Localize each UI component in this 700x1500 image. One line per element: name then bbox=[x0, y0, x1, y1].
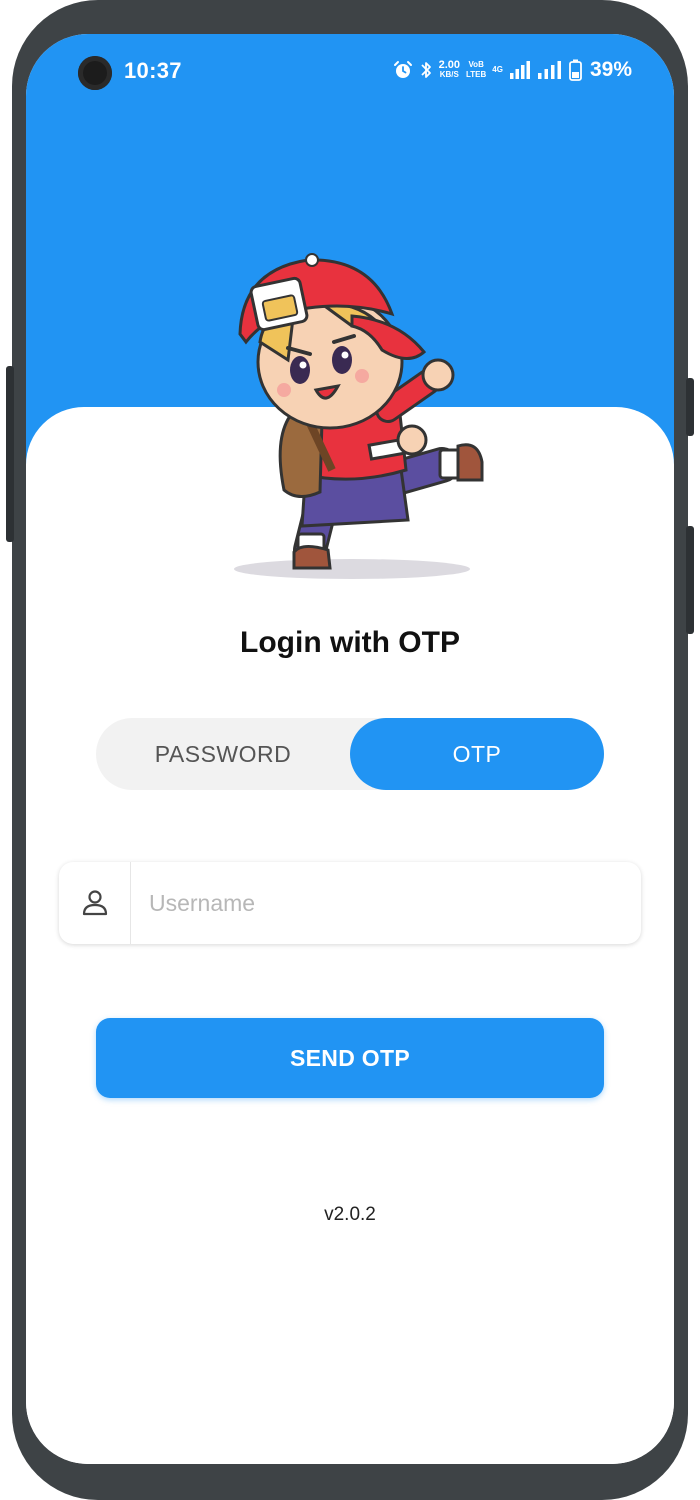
phone-screen: 10:37 2.00 KB/S VoB LTEB 4G 39% Login wi… bbox=[26, 34, 674, 1464]
network-type: 4G bbox=[492, 65, 503, 74]
app-version: v2.0.2 bbox=[324, 1204, 376, 1225]
bluetooth-icon bbox=[420, 62, 431, 78]
battery-percent: 39% bbox=[589, 58, 632, 81]
send-otp-button[interactable]: SEND OTP bbox=[96, 1018, 604, 1098]
net-speed: 2.00 KB/S bbox=[438, 59, 460, 80]
side-button-right-bottom bbox=[686, 526, 694, 634]
tab-otp[interactable]: OTP bbox=[350, 718, 604, 790]
signal-icon-sim1 bbox=[509, 61, 530, 79]
front-camera bbox=[78, 56, 112, 90]
user-icon-box bbox=[59, 862, 131, 944]
side-button-right-top bbox=[686, 378, 694, 436]
alarm-icon bbox=[393, 61, 412, 78]
user-icon bbox=[82, 890, 107, 916]
battery-icon bbox=[569, 59, 582, 81]
signal-icon-sim2 bbox=[537, 61, 561, 79]
tab-password[interactable]: PASSWORD bbox=[96, 718, 350, 790]
page-title: Login with OTP bbox=[240, 626, 460, 659]
volte-indicator: VoB LTEB bbox=[466, 60, 487, 79]
status-time: 10:37 bbox=[124, 58, 182, 83]
login-method-toggle: PASSWORD OTP bbox=[96, 718, 604, 790]
status-bar: 10:37 2.00 KB/S VoB LTEB 4G 39% bbox=[26, 34, 674, 106]
mascot-illustration bbox=[234, 253, 484, 579]
username-field bbox=[59, 862, 641, 944]
username-input[interactable] bbox=[149, 862, 619, 944]
status-icons: 2.00 KB/S VoB LTEB 4G 39% bbox=[393, 58, 632, 82]
side-button-left bbox=[6, 366, 14, 542]
